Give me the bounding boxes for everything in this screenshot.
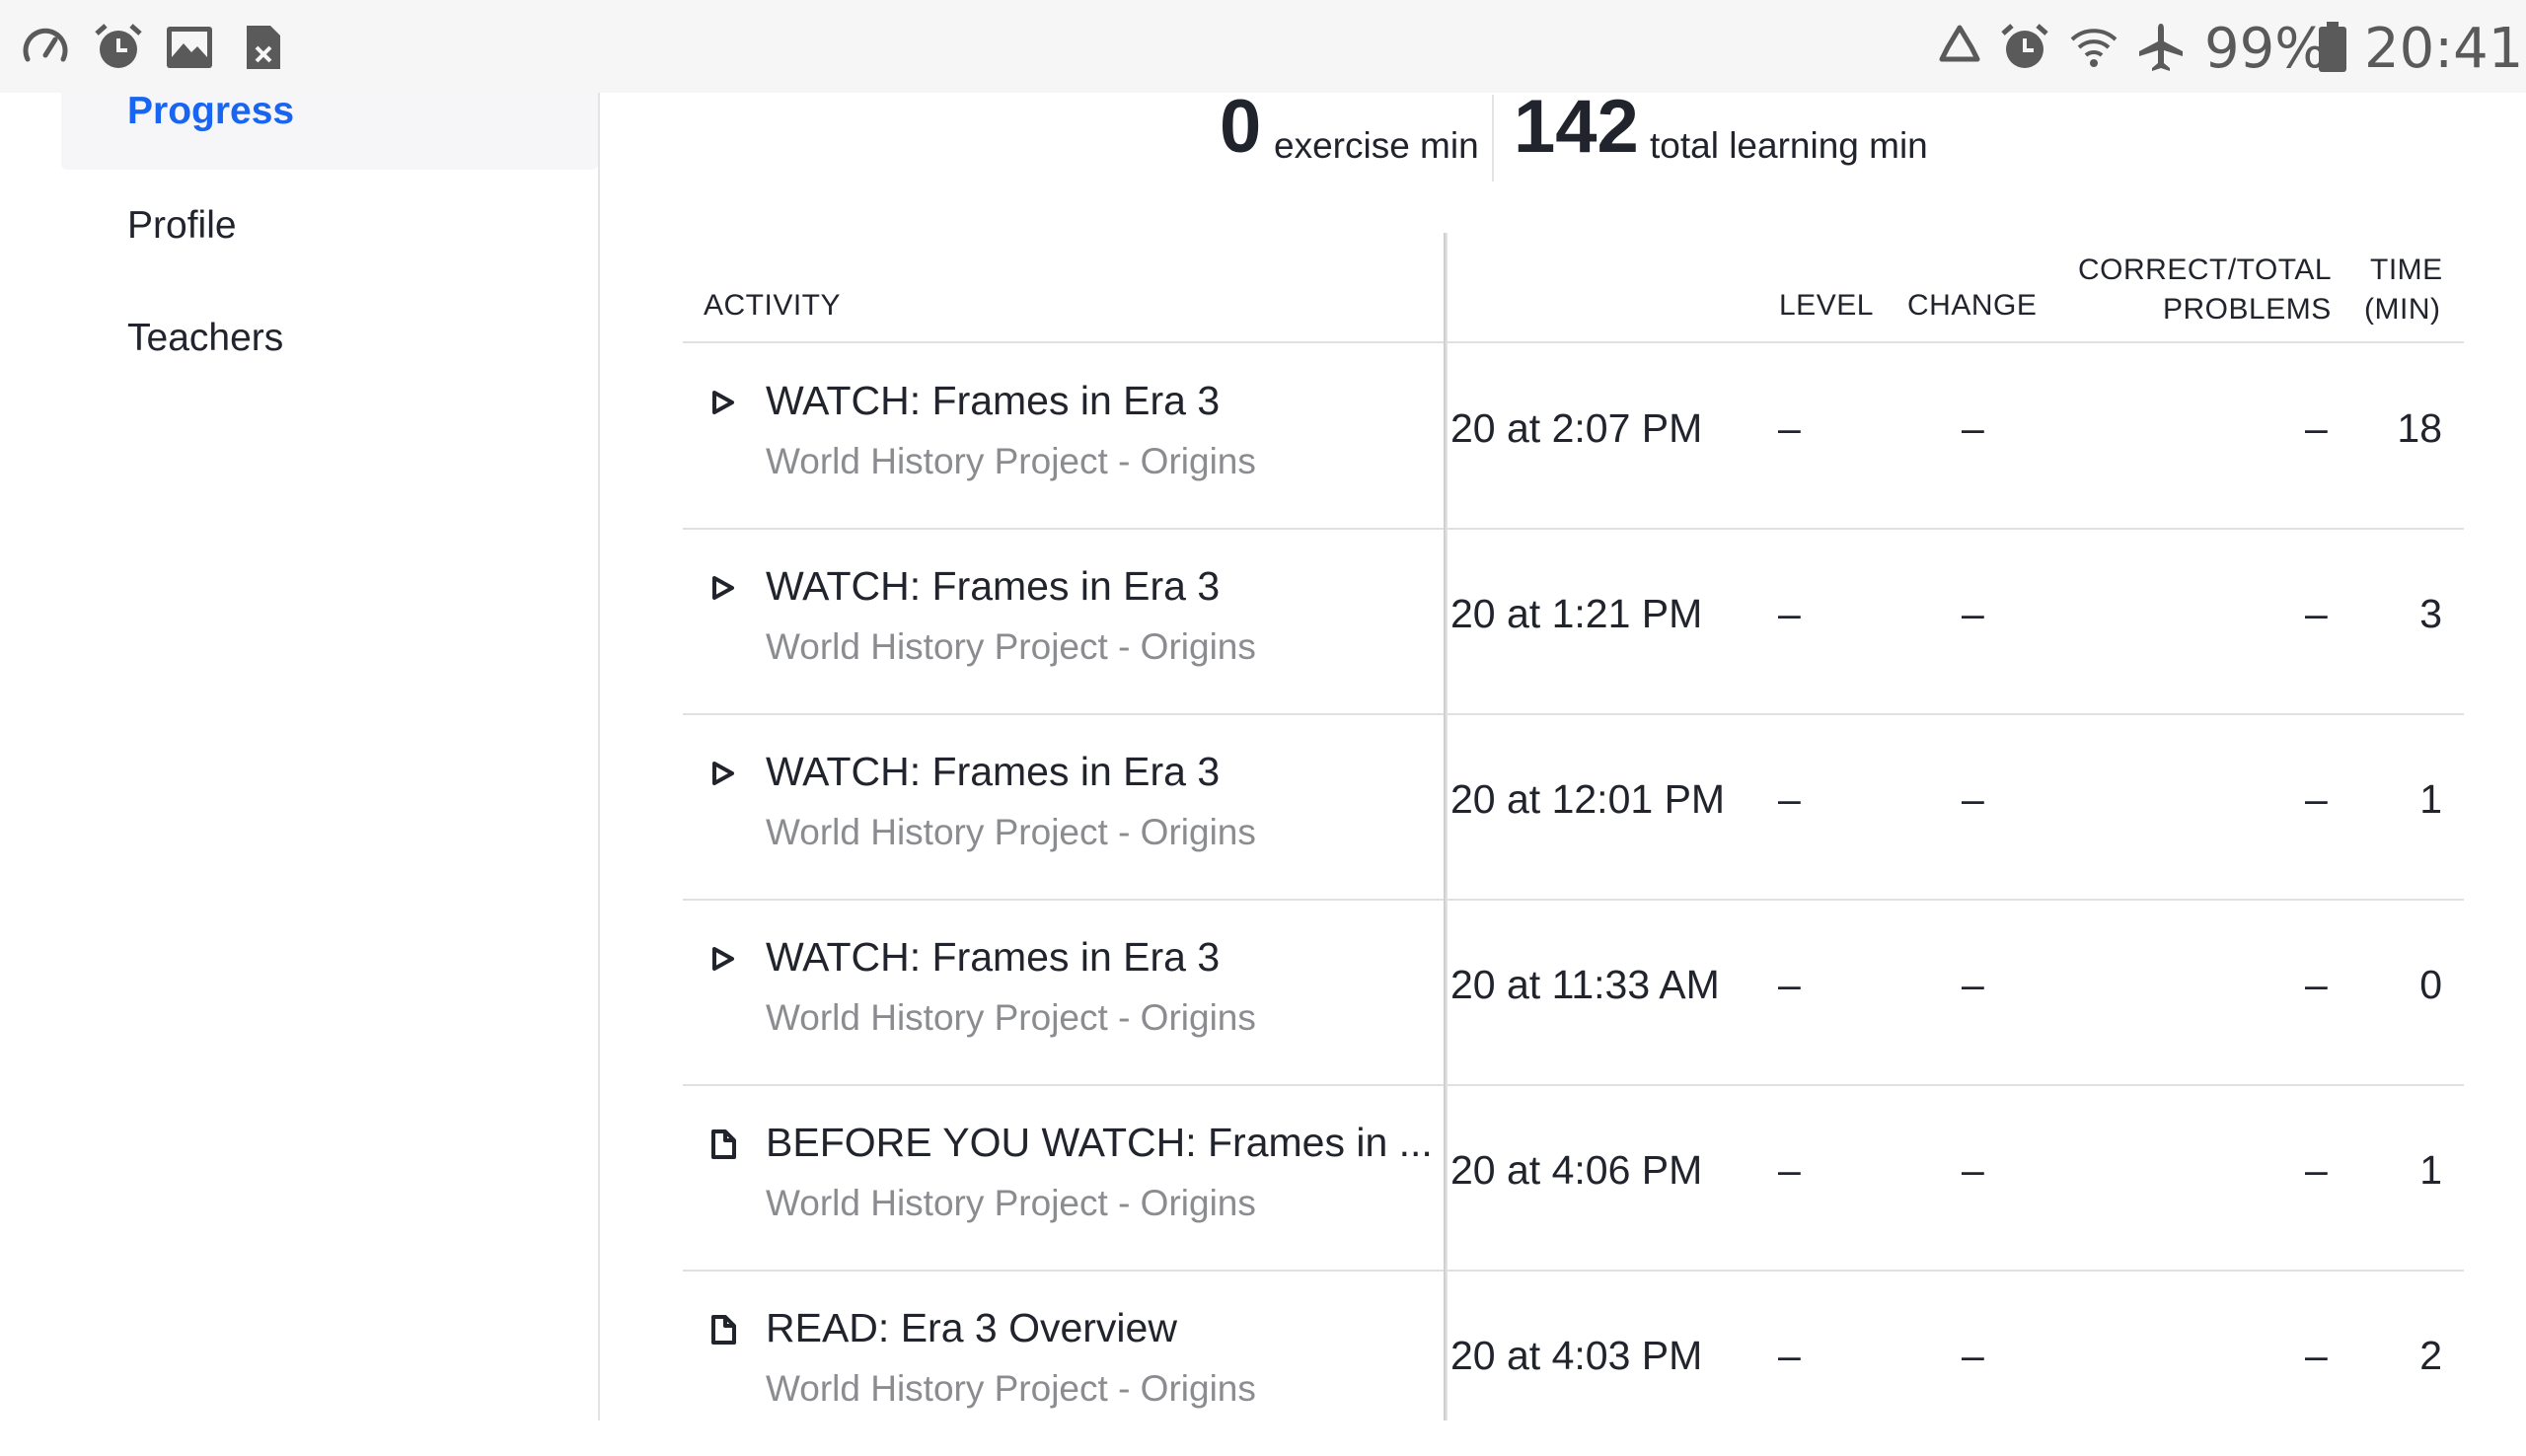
- activity-course: World History Project - Origins: [766, 1368, 1256, 1409]
- column-header-problems-line1: CORRECT/TOTAL: [2078, 254, 2333, 286]
- activity-level: –: [1778, 962, 1801, 1007]
- wifi-icon: [2070, 29, 2117, 67]
- activity-course: World History Project - Origins: [766, 441, 1256, 481]
- status-bar: 99% 20:41: [0, 0, 2526, 93]
- activity-title[interactable]: WATCH: Frames in Era 3: [766, 375, 1220, 426]
- play-icon: [712, 391, 734, 414]
- learning-minutes-label: total learning min: [1650, 125, 1928, 166]
- activity-date: 20 at 4:06 PM: [1450, 1147, 1703, 1193]
- table-row[interactable]: WATCH: Frames in Era 3 World History Pro…: [683, 900, 2464, 1085]
- activity-title[interactable]: WATCH: Frames in Era 3: [766, 931, 1220, 983]
- airplane-icon: [2139, 24, 2183, 71]
- activity-time: 1: [2419, 776, 2442, 822]
- activity-level: –: [1778, 776, 1801, 822]
- recycle-icon: [1939, 25, 1980, 62]
- column-header-level: LEVEL: [1779, 289, 1874, 322]
- play-icon: [712, 762, 734, 785]
- play-icon: [712, 947, 734, 971]
- activity-date: 20 at 2:07 PM: [1450, 405, 1703, 451]
- activity-title[interactable]: WATCH: Frames in Era 3: [766, 560, 1220, 612]
- activity-course: World History Project - Origins: [766, 1183, 1256, 1223]
- activity-level: –: [1778, 405, 1801, 451]
- stats-divider: [1492, 95, 1494, 182]
- activity-time: 0: [2419, 962, 2442, 1007]
- article-icon: [711, 1315, 736, 1345]
- activity-title[interactable]: WATCH: Frames in Era 3: [766, 746, 1220, 797]
- column-header-activity: ACTIVITY: [704, 289, 842, 322]
- activity-date: 20 at 12:01 PM: [1450, 776, 1726, 822]
- activity-change: –: [1962, 1333, 1984, 1378]
- column-header-time-line1: TIME: [2370, 254, 2443, 286]
- table-row[interactable]: WATCH: Frames in Era 3 World History Pro…: [683, 343, 2464, 529]
- sidebar-divider: [598, 93, 600, 1420]
- activity-course: World History Project - Origins: [766, 997, 1256, 1038]
- activity-problems: –: [2305, 405, 2328, 451]
- activity-change: –: [1962, 1147, 1984, 1193]
- activity-course: World History Project - Origins: [766, 812, 1256, 852]
- learning-minutes-value: 142: [1514, 85, 1639, 169]
- activity-time: 3: [2419, 591, 2442, 636]
- sidebar-item-profile[interactable]: Profile: [127, 201, 237, 251]
- column-header-change: CHANGE: [1907, 289, 2038, 322]
- image-icon: [167, 27, 212, 68]
- play-icon: [712, 576, 734, 600]
- activity-problems: –: [2305, 962, 2328, 1007]
- table-row[interactable]: READ: Era 3 Overview World History Proje…: [683, 1271, 2464, 1456]
- activity-date: 20 at 4:03 PM: [1450, 1333, 1703, 1378]
- activity-level: –: [1778, 1333, 1801, 1378]
- activity-time: 2: [2419, 1333, 2442, 1378]
- activity-date: 20 at 1:21 PM: [1450, 591, 1703, 636]
- activity-title[interactable]: READ: Era 3 Overview: [766, 1302, 1177, 1353]
- activity-time: 1: [2419, 1147, 2442, 1193]
- activity-level: –: [1778, 1147, 1801, 1193]
- sticky-column-edge: [1444, 233, 1448, 1420]
- activity-change: –: [1962, 962, 1984, 1007]
- clock: 20:41: [2364, 17, 2524, 81]
- activity-change: –: [1962, 776, 1984, 822]
- speedometer-icon: [23, 28, 68, 62]
- activity-problems: –: [2305, 591, 2328, 636]
- article-icon: [711, 1129, 736, 1159]
- sidebar-item-progress-label[interactable]: Progress: [127, 87, 294, 136]
- column-header-problems-line2: PROBLEMS: [2163, 293, 2332, 326]
- table-row[interactable]: WATCH: Frames in Era 3 World History Pro…: [683, 714, 2464, 900]
- exercise-minutes-label: exercise min: [1274, 125, 1479, 166]
- activity-title[interactable]: BEFORE YOU WATCH: Frames in ...: [766, 1117, 1433, 1168]
- exercise-minutes-value: 0: [1220, 85, 1262, 169]
- activity-problems: –: [2305, 1147, 2328, 1193]
- battery-icon: [2319, 22, 2346, 72]
- activity-problems: –: [2305, 1333, 2328, 1378]
- battery-percentage: 99%: [2204, 17, 2328, 81]
- sidebar-item-teachers[interactable]: Teachers: [127, 314, 283, 363]
- alarm-icon: [95, 24, 142, 68]
- alarm-icon: [2001, 24, 2048, 68]
- table-row[interactable]: BEFORE YOU WATCH: Frames in ... World Hi…: [683, 1085, 2464, 1271]
- activity-problems: –: [2305, 776, 2328, 822]
- activity-change: –: [1962, 591, 1984, 636]
- activity-level: –: [1778, 591, 1801, 636]
- activity-time: 18: [2397, 405, 2442, 451]
- table-row[interactable]: WATCH: Frames in Era 3 World History Pro…: [683, 529, 2464, 714]
- sim-error-icon: [247, 26, 280, 69]
- activity-date: 20 at 11:33 AM: [1450, 962, 1720, 1007]
- column-header-time-line2: (MIN): [2364, 293, 2441, 326]
- activity-change: –: [1962, 405, 1984, 451]
- activity-course: World History Project - Origins: [766, 626, 1256, 667]
